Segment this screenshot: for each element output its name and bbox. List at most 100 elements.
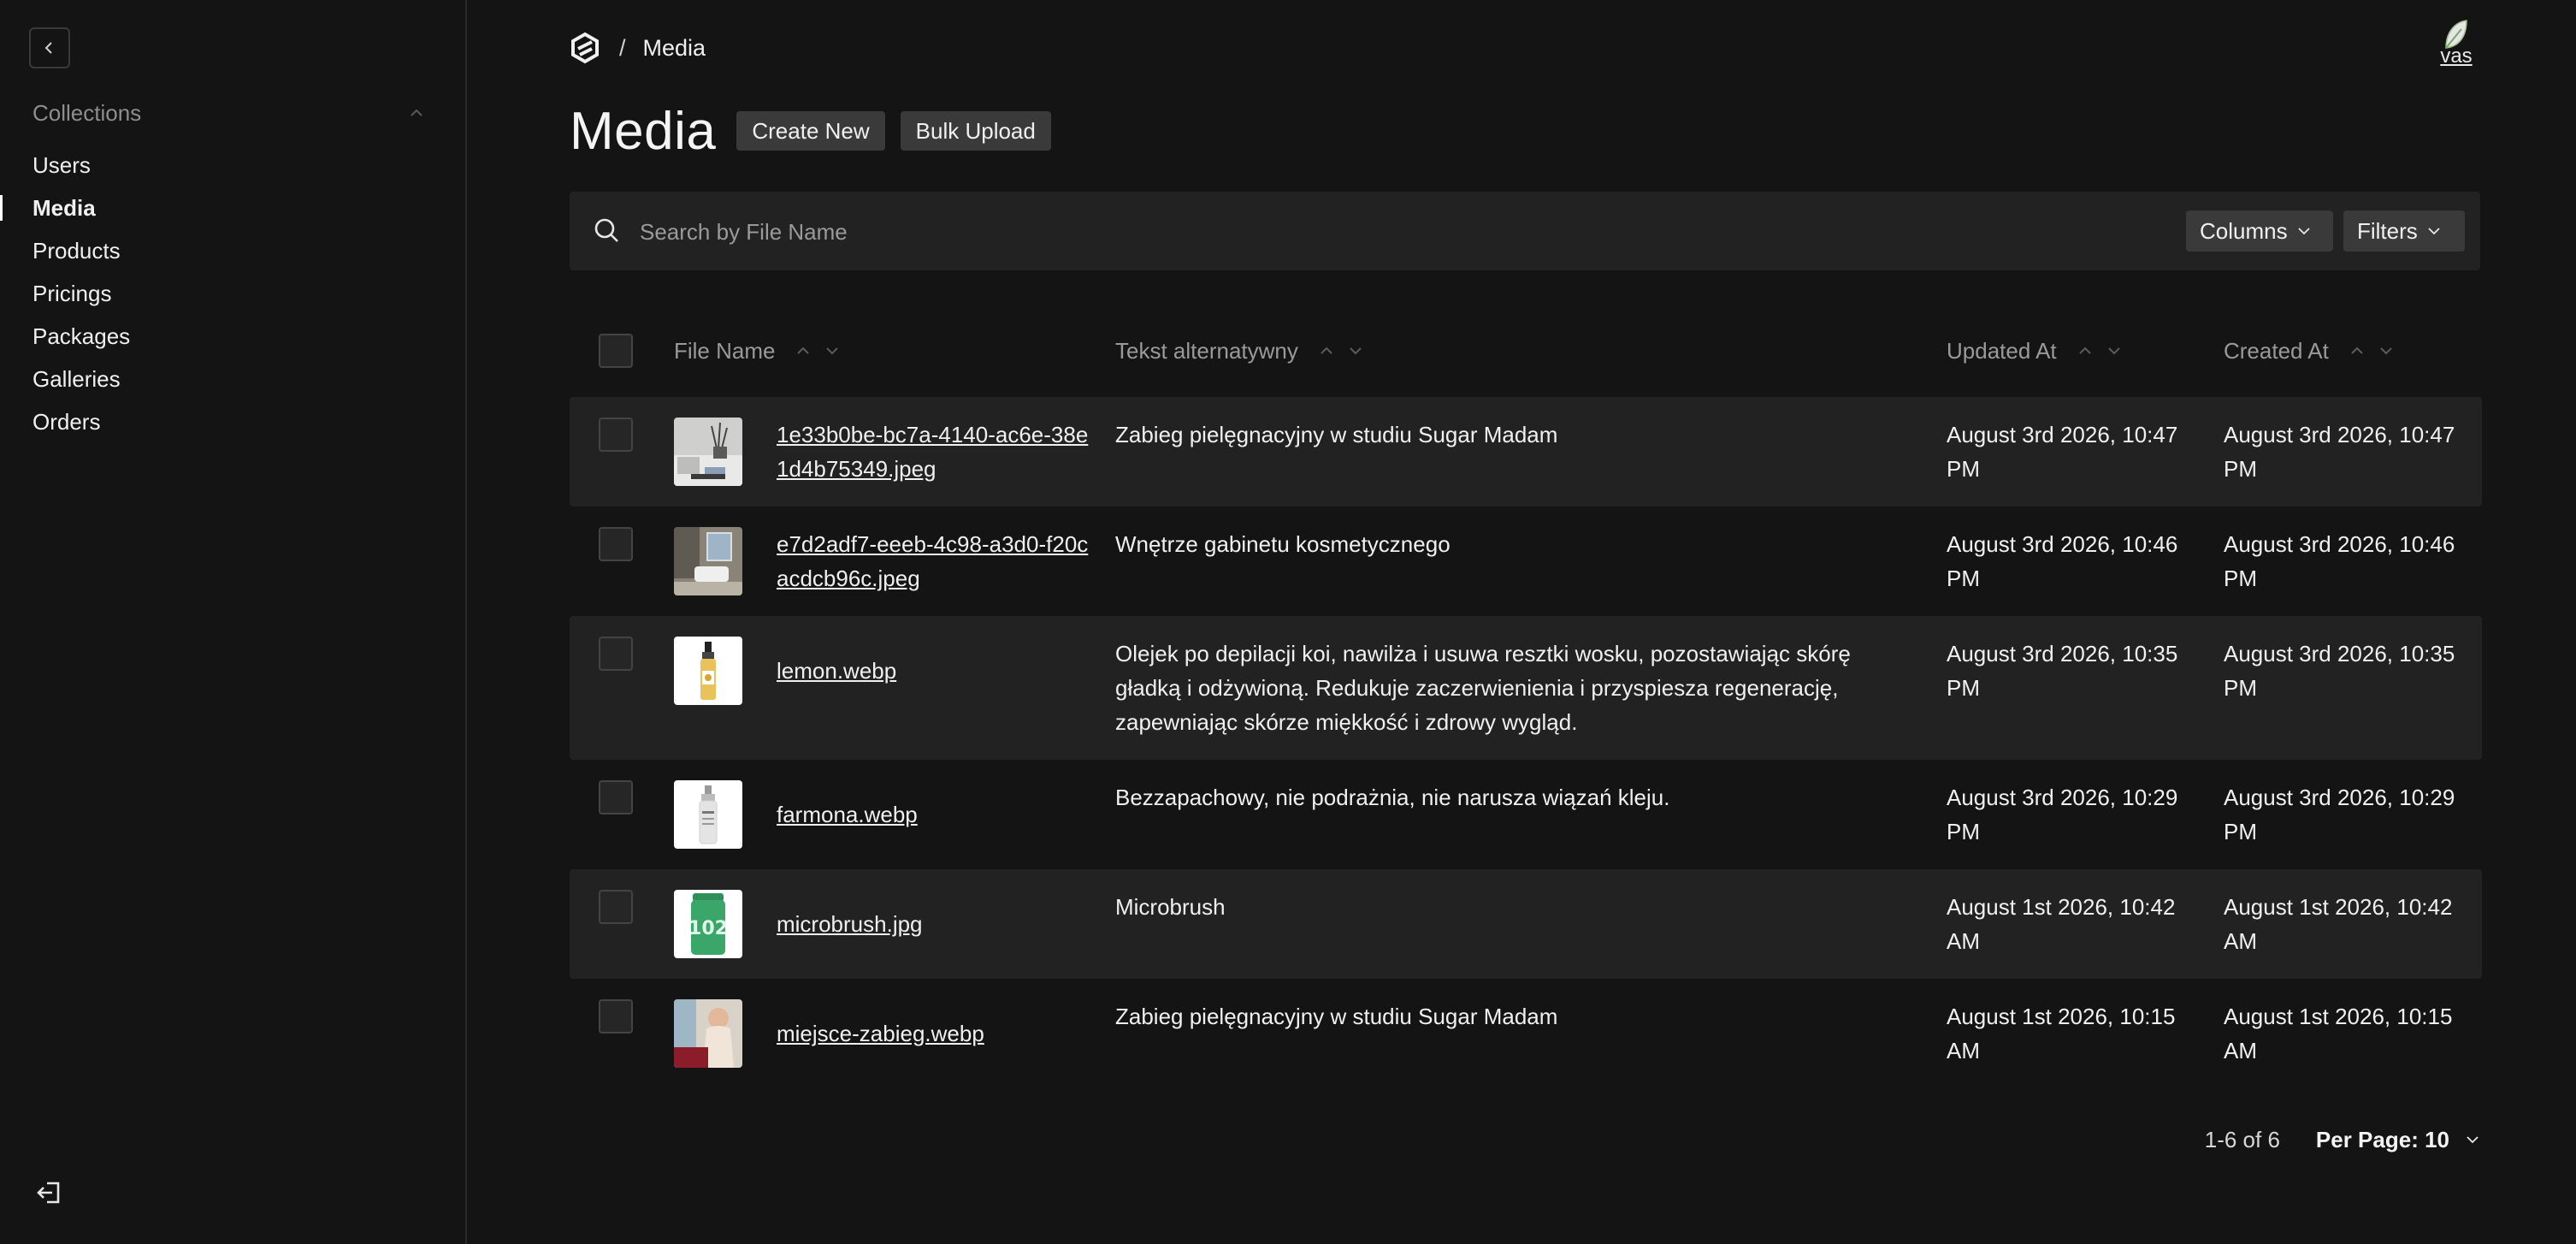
row-checkbox[interactable] [599,999,633,1034]
column-label: Updated At [1947,337,2057,364]
column-header-updated-at: Updated At [1947,325,2124,376]
file-name-link[interactable]: farmona.webp [777,797,1093,832]
table-row: e7d2adf7-eeeb-4c98-a3d0-f20cacdcb96c.jpe… [570,506,2482,616]
updated-at-cell: August 3rd 2026, 10:47 PM [1947,422,2178,482]
column-label: Tekst alternatywny [1115,337,1298,364]
column-header-file-name: File Name [674,325,842,376]
collapse-sidebar-button[interactable] [29,27,70,68]
select-all-checkbox[interactable] [599,334,633,368]
avatar[interactable]: vas [2439,17,2473,75]
sidebar-item-products[interactable]: Products [0,229,465,272]
row-checkbox[interactable] [599,890,633,924]
search-icon [594,218,618,242]
sidebar-item-pricings[interactable]: Pricings [0,272,465,315]
breadcrumb-separator: / [619,34,626,61]
table-row: miejsce-zabieg.webp Zabieg pielęgnacyjny… [570,979,2482,1088]
search-bar: Columns Filters [570,192,2480,270]
thumbnail-image[interactable] [674,999,742,1068]
sidebar-item-media[interactable]: Media [0,187,465,229]
sort-descending-icon[interactable] [823,341,842,360]
collections-label: Collections [32,99,142,126]
table-row: lemon.webp Olejek po depilacji koi, nawi… [570,616,2482,760]
search-input[interactable] [638,210,2095,253]
created-at-cell: August 1st 2026, 10:42 AM [2224,894,2453,954]
sort-descending-icon[interactable] [1346,341,1365,360]
table-row: 1e33b0be-bc7a-4140-ac6e-38e1d4b75349.jpe… [570,397,2482,506]
thumbnail-image[interactable] [674,527,742,595]
media-table: File Name Tekst alternatywny Updated At … [570,325,2482,1088]
chevron-left-icon [44,42,52,54]
per-page-label: Per Page: 10 [2315,1126,2449,1152]
alt-text-cell: Zabieg pielęgnacyjny w studiu Sugar Mada… [1115,1004,1558,1029]
thumbnail-image[interactable]: 102 [674,890,742,958]
breadcrumb: / Media [570,31,706,65]
alt-text-cell: Olejek po depilacji koi, nawilża i usuwa… [1115,641,1851,735]
created-at-cell: August 1st 2026, 10:15 AM [2224,1004,2453,1063]
pagination: 1-6 of 6 Per Page: 10 [2138,1121,2480,1158]
bulk-upload-button[interactable]: Bulk Upload [900,111,1051,151]
created-at-cell: August 3rd 2026, 10:47 PM [2224,422,2455,482]
sort-descending-icon[interactable] [2105,341,2124,360]
file-name-link[interactable]: lemon.webp [777,654,1093,688]
collections-toggle[interactable]: Collections [32,96,426,130]
alt-text-cell: Zabieg pielęgnacyjny w studiu Sugar Mada… [1115,422,1558,447]
table-row: 102 microbrush.jpg Microbrush August 1st… [570,869,2482,979]
sort-ascending-icon[interactable] [2076,341,2094,360]
alt-text-cell: Microbrush [1115,894,1226,920]
thumbnail-image[interactable] [674,418,742,486]
file-name-link[interactable]: e7d2adf7-eeeb-4c98-a3d0-f20cacdcb96c.jpe… [777,527,1093,595]
sort-ascending-icon[interactable] [1317,341,1336,360]
avatar-alt-text: vas [2440,44,2473,68]
sort-ascending-icon[interactable] [794,341,812,360]
breadcrumb-current: Media [642,34,706,61]
updated-at-cell: August 1st 2026, 10:42 AM [1947,894,2176,954]
chevron-up-icon [411,109,422,116]
column-header-created-at: Created At [2224,325,2396,376]
sort-descending-icon[interactable] [2377,341,2396,360]
updated-at-cell: August 1st 2026, 10:15 AM [1947,1004,2176,1063]
file-name-link[interactable]: miejsce-zabieg.webp [777,1016,1093,1051]
sidebar-item-galleries[interactable]: Galleries [0,358,465,400]
sidebar-item-orders[interactable]: Orders [0,400,465,443]
page-range: 1-6 of 6 [2204,1126,2280,1152]
thumbnail-image[interactable] [674,780,742,849]
svg-text:102: 102 [688,918,728,939]
table-header: File Name Tekst alternatywny Updated At … [570,325,2482,395]
logout-icon [37,1182,60,1204]
sort-ascending-icon[interactable] [2348,341,2366,360]
alt-text-cell: Wnętrze gabinetu kosmetycznego [1115,531,1450,557]
thumbnail-image[interactable] [674,637,742,705]
payload-logo-icon[interactable] [570,32,602,64]
file-name-link[interactable]: 1e33b0be-bc7a-4140-ac6e-38e1d4b75349.jpe… [777,418,1093,486]
chevron-down-icon [2428,228,2440,235]
created-at-cell: August 3rd 2026, 10:35 PM [2224,641,2455,701]
column-label: File Name [674,337,776,364]
row-checkbox[interactable] [599,780,633,815]
chevron-down-icon [2467,1136,2479,1144]
page-title: Media [570,101,717,161]
column-header-alt-text: Tekst alternatywny [1115,325,1365,376]
alt-text-cell: Bezzapachowy, nie podrażnia, nie narusza… [1115,785,1670,810]
updated-at-cell: August 3rd 2026, 10:35 PM [1947,641,2178,701]
columns-button[interactable]: Columns [2186,210,2333,252]
per-page-select[interactable]: Per Page: 10 [2316,1127,2480,1153]
updated-at-cell: August 3rd 2026, 10:46 PM [1947,531,2178,591]
created-at-cell: August 3rd 2026, 10:29 PM [2224,785,2455,844]
file-name-link[interactable]: microbrush.jpg [777,907,1093,941]
row-checkbox[interactable] [599,527,633,561]
sidebar-item-users[interactable]: Users [0,144,465,187]
columns-label: Columns [2200,217,2288,244]
sidebar-item-packages[interactable]: Packages [0,315,465,358]
logout-button[interactable] [31,1174,68,1211]
created-at-cell: August 3rd 2026, 10:46 PM [2224,531,2455,591]
filters-button[interactable]: Filters [2343,210,2465,252]
row-checkbox[interactable] [599,418,633,452]
title-row: Media Create New Bulk Upload [570,94,1066,168]
column-label: Created At [2224,337,2329,364]
collections-nav: Users Media Products Pricings Packages G… [0,144,465,443]
table-row: farmona.webp Bezzapachowy, nie podrażnia… [570,760,2482,869]
row-checkbox[interactable] [599,637,633,671]
chevron-down-icon [2297,228,2310,235]
create-new-button[interactable]: Create New [736,111,885,151]
filters-label: Filters [2357,217,2418,244]
